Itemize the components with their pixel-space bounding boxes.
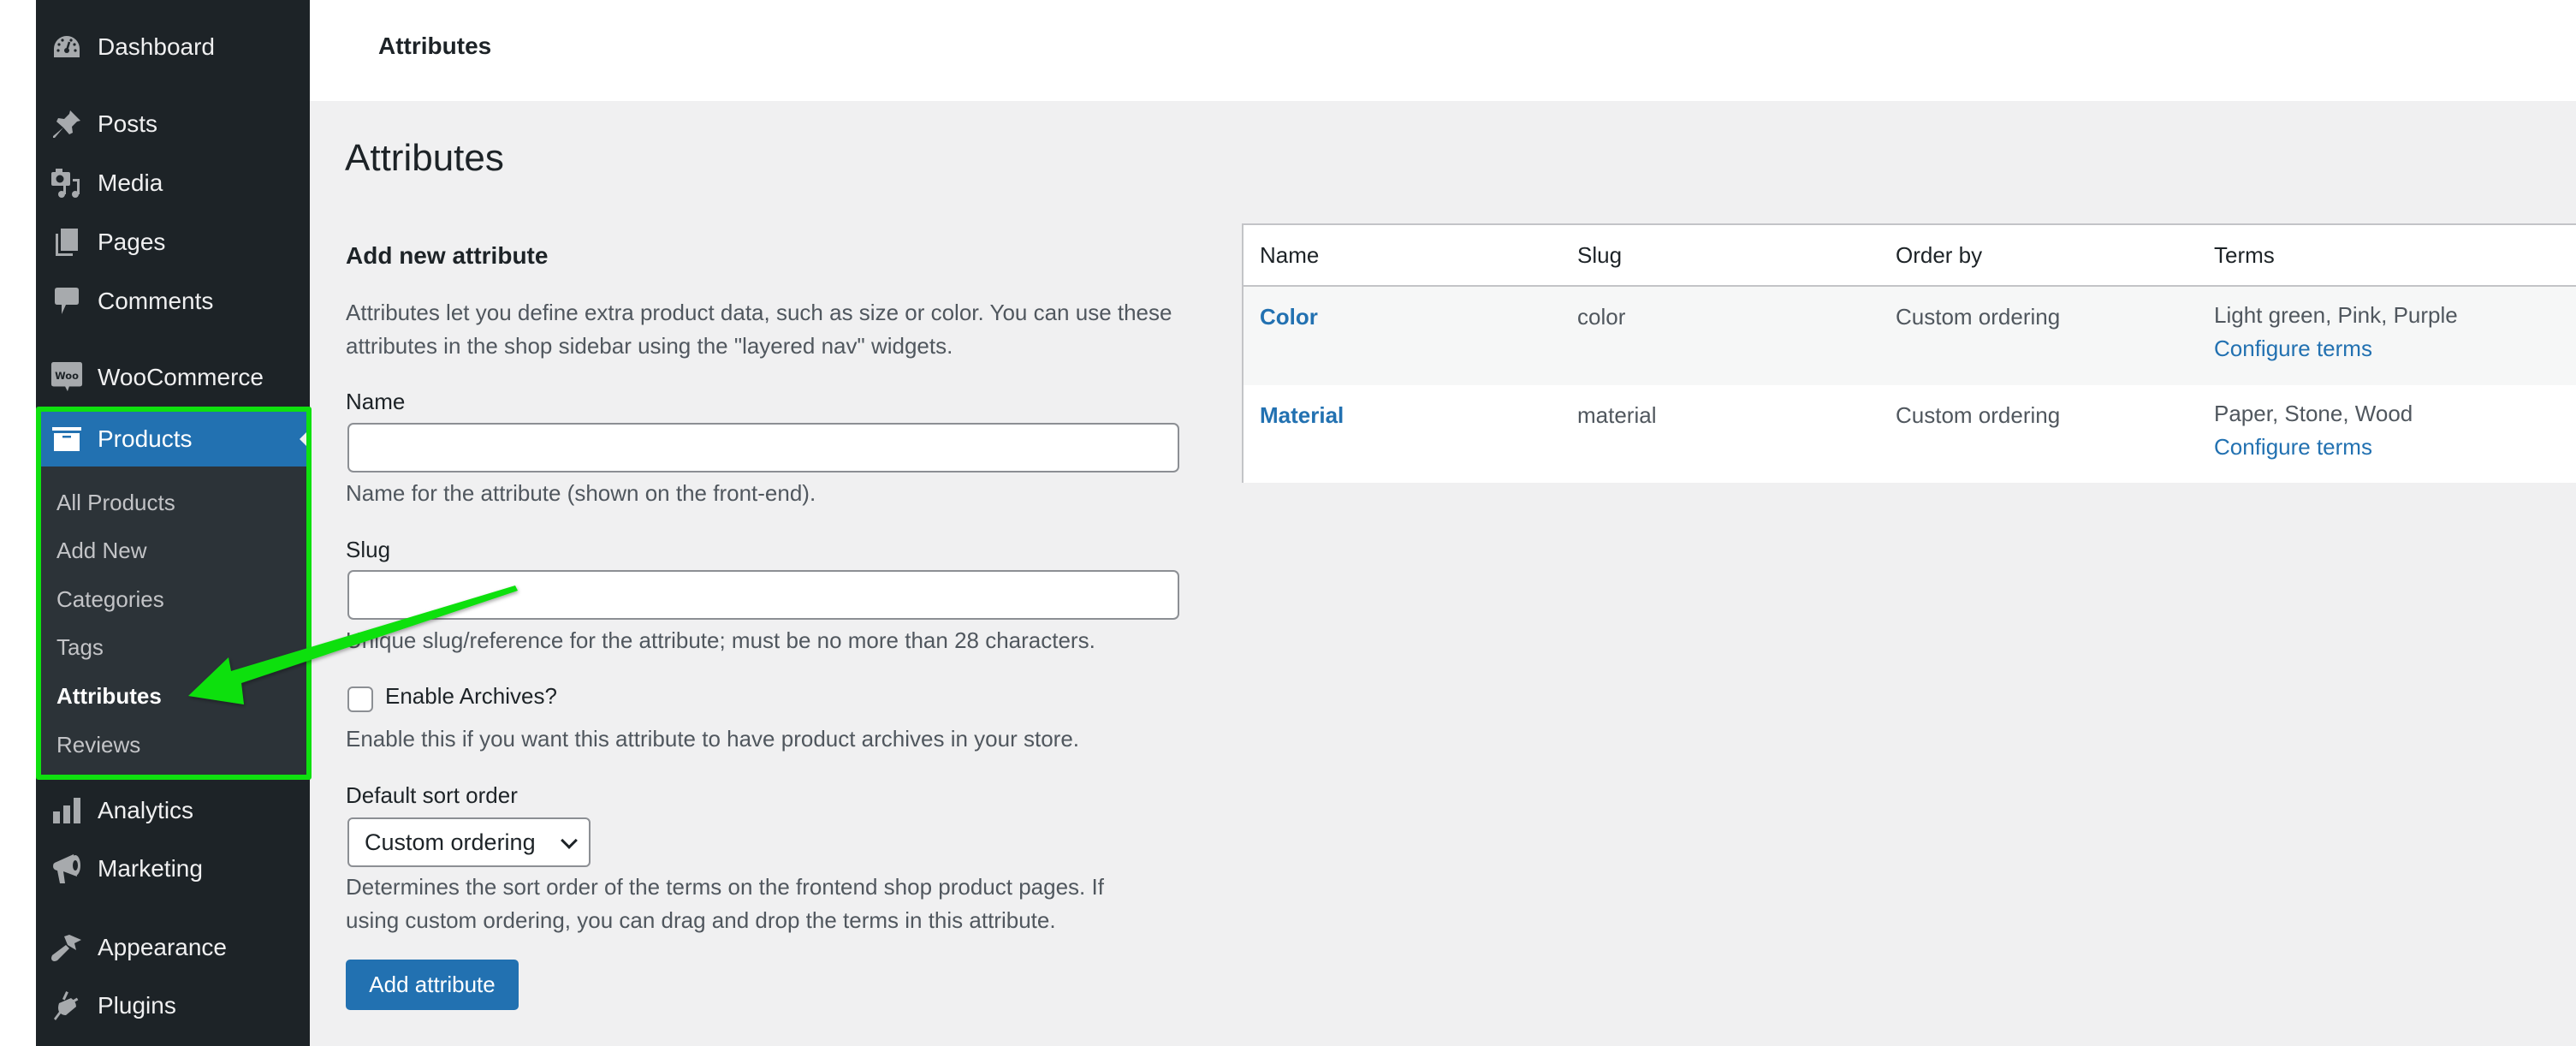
megaphone-icon bbox=[50, 853, 83, 885]
comment-icon bbox=[50, 285, 83, 318]
attribute-name-link[interactable]: Color bbox=[1260, 304, 1318, 330]
archives-hint: Enable this if you want this attribute t… bbox=[346, 726, 1080, 752]
pages-icon bbox=[50, 226, 83, 259]
table-row: Color color Custom ordering Light green,… bbox=[1243, 287, 2576, 385]
sidebar-item-media[interactable]: Media bbox=[36, 157, 310, 209]
sidebar-item-label: Appearance bbox=[98, 934, 228, 960]
sidebar-item-label: Marketing bbox=[98, 855, 203, 882]
admin-sidebar: Dashboard Posts Media Pages Comments Woo… bbox=[36, 0, 310, 1046]
attribute-terms-cell: Paper, Stone, Wood Configure terms bbox=[2214, 401, 2413, 464]
slug-label: Slug bbox=[346, 537, 391, 562]
sidebar-item-analytics[interactable]: Analytics bbox=[36, 785, 310, 836]
attribute-terms-cell: Light green, Pink, Purple Configure term… bbox=[2214, 302, 2458, 366]
woo-icon: Woo bbox=[50, 361, 83, 394]
configure-terms-link[interactable]: Configure terms bbox=[2214, 332, 2458, 366]
table-row: Material material Custom ordering Paper,… bbox=[1243, 385, 2576, 483]
bar-chart-icon bbox=[50, 794, 83, 827]
sort-order-select[interactable]: Custom ordering bbox=[347, 817, 591, 867]
sidebar-item-label: Pages bbox=[98, 229, 166, 255]
media-icon bbox=[50, 167, 83, 199]
header-title: Attributes bbox=[378, 33, 492, 59]
enable-archives-label[interactable]: Enable Archives? bbox=[385, 683, 557, 710]
sidebar-item-appearance[interactable]: Appearance bbox=[36, 922, 310, 973]
sidebar-item-plugins[interactable]: Plugins bbox=[36, 980, 310, 1031]
section-title: Add new attribute bbox=[346, 242, 549, 269]
sort-order-value: Custom ordering bbox=[365, 829, 536, 855]
add-attribute-button[interactable]: Add attribute bbox=[346, 960, 519, 1010]
name-input[interactable] bbox=[347, 423, 1179, 472]
svg-text:Woo: Woo bbox=[55, 370, 79, 382]
active-pointer bbox=[300, 429, 310, 449]
slug-hint: Unique slug/reference for the attribute;… bbox=[346, 627, 1095, 653]
products-submenu: All Products Add New Categories Tags Att… bbox=[36, 467, 310, 779]
table-header: Name Slug Order by Terms bbox=[1243, 225, 2576, 287]
attribute-order-by: Custom ordering bbox=[1896, 402, 2061, 428]
sidebar-item-label: Media bbox=[98, 169, 163, 196]
sidebar-item-posts[interactable]: Posts bbox=[36, 98, 310, 150]
sort-order-label: Default sort order bbox=[346, 782, 518, 808]
paintbrush-icon bbox=[50, 931, 83, 964]
page-title: Attributes bbox=[345, 137, 504, 179]
submenu-add-new[interactable]: Add New bbox=[56, 533, 147, 568]
attribute-slug: color bbox=[1577, 304, 1626, 330]
submenu-tags[interactable]: Tags bbox=[56, 630, 104, 664]
form-description: Attributes let you define extra product … bbox=[346, 300, 1172, 359]
configure-terms-link[interactable]: Configure terms bbox=[2214, 431, 2413, 464]
enable-archives-checkbox[interactable] bbox=[347, 686, 373, 712]
sidebar-item-products[interactable]: Products bbox=[36, 412, 310, 467]
main-content: Attributes Add new attribute Attributes … bbox=[310, 101, 2576, 1046]
sidebar-item-label: Posts bbox=[98, 110, 158, 137]
attribute-order-by: Custom ordering bbox=[1896, 304, 2061, 330]
attribute-name-link[interactable]: Material bbox=[1260, 402, 1344, 429]
submenu-reviews[interactable]: Reviews bbox=[56, 728, 140, 762]
sidebar-item-label: Analytics bbox=[98, 797, 194, 823]
column-header-terms: Terms bbox=[2214, 242, 2275, 268]
sidebar-item-label: Products bbox=[98, 425, 193, 452]
sidebar-item-label: WooCommerce bbox=[98, 364, 264, 390]
sidebar-item-label: Plugins bbox=[98, 992, 176, 1019]
attributes-table: Name Slug Order by Terms Color color Cus… bbox=[1242, 223, 2576, 483]
submenu-attributes[interactable]: Attributes bbox=[56, 679, 162, 713]
sidebar-item-comments[interactable]: Comments bbox=[36, 276, 310, 327]
sidebar-item-label: Comments bbox=[98, 288, 214, 314]
attribute-slug: material bbox=[1577, 402, 1657, 428]
column-header-order-by: Order by bbox=[1896, 242, 1983, 268]
archive-box-icon bbox=[50, 423, 83, 455]
sidebar-item-marketing[interactable]: Marketing bbox=[36, 843, 310, 894]
sidebar-item-dashboard[interactable]: Dashboard bbox=[36, 21, 310, 73]
attribute-terms: Paper, Stone, Wood bbox=[2214, 401, 2413, 426]
name-label: Name bbox=[346, 389, 406, 414]
sort-hint-line-2: using custom ordering, you can drag and … bbox=[346, 907, 1056, 933]
sort-hint-line-1: Determines the sort order of the terms o… bbox=[346, 874, 1104, 900]
name-hint: Name for the attribute (shown on the fro… bbox=[346, 480, 816, 506]
column-header-name[interactable]: Name bbox=[1260, 242, 1319, 269]
sidebar-item-woocommerce[interactable]: Woo WooCommerce bbox=[36, 352, 310, 403]
dashboard-icon bbox=[50, 31, 83, 63]
sidebar-item-label: Dashboard bbox=[98, 33, 215, 60]
column-header-slug: Slug bbox=[1577, 242, 1623, 268]
submenu-categories[interactable]: Categories bbox=[56, 582, 164, 616]
sidebar-item-pages[interactable]: Pages bbox=[36, 217, 310, 268]
slug-input[interactable] bbox=[347, 570, 1179, 620]
pin-icon bbox=[50, 108, 83, 140]
chevron-down-icon bbox=[561, 832, 578, 849]
attribute-terms: Light green, Pink, Purple bbox=[2214, 302, 2458, 328]
plug-icon bbox=[50, 990, 83, 1022]
submenu-all-products[interactable]: All Products bbox=[56, 485, 175, 520]
top-header: Attributes bbox=[310, 0, 2576, 101]
